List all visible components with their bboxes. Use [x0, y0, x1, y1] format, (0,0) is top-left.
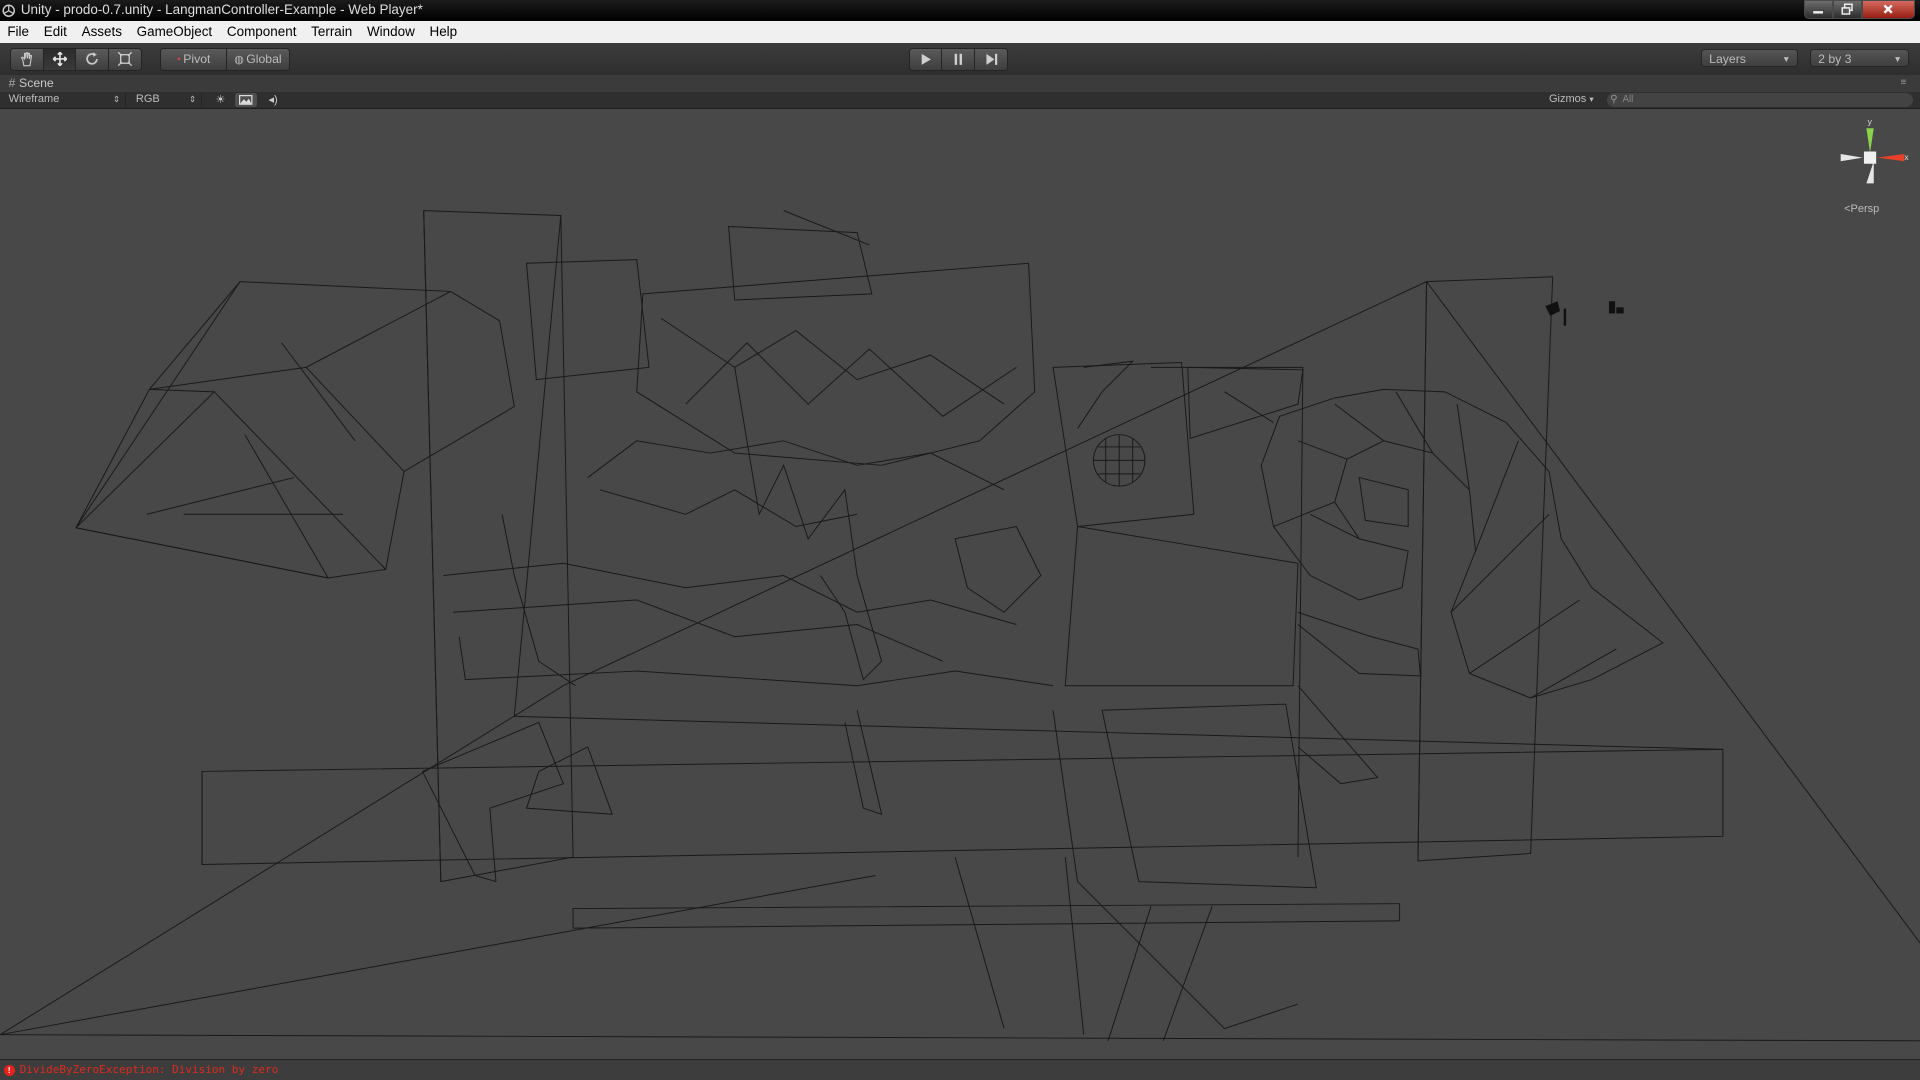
step-icon[interactable]	[975, 47, 1009, 71]
wireframe-scene	[0, 210, 1920, 1042]
menu-edit[interactable]: Edit	[36, 24, 74, 39]
scale-icon[interactable]	[109, 47, 143, 71]
global-toggle[interactable]: ◍ Global	[227, 47, 290, 71]
window-controls	[1803, 0, 1916, 20]
main-toolbar: ▪ Pivot ◍ Global Layers ▼ 2 by 3 ▼	[0, 42, 1920, 76]
color-mode-dropdown[interactable]: RGB ⇕	[131, 91, 203, 108]
layers-dropdown[interactable]: Layers ▼	[1700, 48, 1798, 68]
handle-toggles: ▪ Pivot ◍ Global	[160, 47, 290, 71]
chevron-down-icon: ▼	[1781, 53, 1791, 64]
search-placeholder: All	[1622, 94, 1634, 106]
projection-label: Persp	[1850, 203, 1880, 216]
tab-scene[interactable]: # Scene	[9, 76, 54, 90]
menu-file[interactable]: File	[0, 24, 36, 39]
panel-menu-icon[interactable]: ≡	[1900, 78, 1912, 88]
updown-arrow-icon: ⇕	[188, 93, 197, 104]
chevron-down-icon: ▾	[1589, 93, 1594, 104]
render-mode-dropdown[interactable]: Wireframe ⇕	[4, 91, 127, 108]
updown-arrow-icon: ⇕	[113, 93, 121, 104]
pivot-toggle[interactable]: ▪ Pivot	[160, 47, 228, 71]
wireframe-geometry	[0, 210, 1920, 1042]
globe-icon: ◍	[234, 53, 244, 66]
unity-icon	[2, 4, 16, 17]
error-icon: !	[3, 1065, 15, 1077]
scene-viewport[interactable]	[0, 108, 1920, 1060]
scene-tab-label: Scene	[19, 75, 54, 90]
pivot-icon: ▪	[177, 53, 181, 65]
gizmos-label: Gizmos	[1548, 92, 1587, 105]
search-icon: ⚲	[1610, 94, 1618, 106]
global-label: Global	[246, 52, 282, 67]
neg-x-axis-arrow[interactable]	[1840, 154, 1863, 162]
scene-tab-header: # Scene ≡	[0, 74, 1920, 92]
menu-bar: File Edit Assets GameObject Component Te…	[0, 20, 1920, 44]
scene-controls: Wireframe ⇕ RGB ⇕ ☀ ◂) Gizmos ▾ ⚲ All	[0, 91, 1920, 109]
x-axis-arrow[interactable]	[1877, 154, 1905, 162]
move-icon[interactable]	[43, 47, 77, 71]
y-axis-arrow[interactable]	[1866, 128, 1874, 154]
hand-icon[interactable]	[9, 47, 44, 71]
scene-search-input[interactable]: ⚲ All	[1606, 93, 1913, 107]
play-icon[interactable]	[908, 47, 943, 71]
color-mode-label: RGB	[135, 92, 160, 105]
gizmos-dropdown[interactable]: Gizmos ▾	[1549, 92, 1594, 108]
x-axis-label: x	[1904, 152, 1909, 162]
pause-icon[interactable]	[942, 47, 976, 71]
menu-terrain[interactable]: Terrain	[304, 24, 360, 39]
neg-y-axis-arrow[interactable]	[1866, 161, 1874, 184]
menu-help[interactable]: Help	[422, 24, 464, 39]
status-bar[interactable]: ! DivideByZeroException: Division by zer…	[0, 1059, 1920, 1080]
window-title: Unity - prodo-0.7.unity - LangmanControl…	[20, 2, 423, 18]
playback-controls	[908, 47, 1009, 71]
rotate-icon[interactable]	[76, 47, 110, 71]
chevron-down-icon: ▼	[1893, 53, 1902, 64]
gizmo-center[interactable]	[1863, 151, 1876, 165]
y-axis-label: y	[1867, 117, 1872, 127]
audio-icon[interactable]: ◂)	[262, 93, 284, 106]
transform-tools	[9, 47, 143, 71]
grid-icon: #	[8, 75, 16, 90]
pivot-label: Pivot	[183, 52, 211, 67]
menu-window[interactable]: Window	[360, 24, 423, 39]
projection-toggle[interactable]: <Persp	[1844, 203, 1879, 215]
render-mode-label: Wireframe	[8, 92, 60, 105]
menu-gameobject[interactable]: GameObject	[129, 24, 219, 39]
maximize-icon[interactable]	[1832, 0, 1862, 20]
scene-small-objects	[1545, 301, 1624, 326]
image-effects-icon[interactable]	[235, 93, 258, 107]
orientation-gizmo[interactable]: y x	[1837, 116, 1910, 189]
minimize-icon[interactable]	[1803, 0, 1833, 20]
console-message[interactable]: DivideByZeroException: Division by zero	[20, 1060, 279, 1080]
layout-dropdown[interactable]: 2 by 3 ▼	[1809, 48, 1909, 68]
layout-label: 2 by 3	[1818, 51, 1852, 66]
menu-component[interactable]: Component	[220, 24, 304, 39]
menu-assets[interactable]: Assets	[74, 24, 129, 39]
lighting-icon[interactable]: ☀	[209, 93, 231, 106]
title-bar: Unity - prodo-0.7.unity - LangmanControl…	[0, 0, 1920, 21]
close-icon[interactable]	[1861, 0, 1916, 20]
layers-label: Layers	[1709, 51, 1746, 66]
